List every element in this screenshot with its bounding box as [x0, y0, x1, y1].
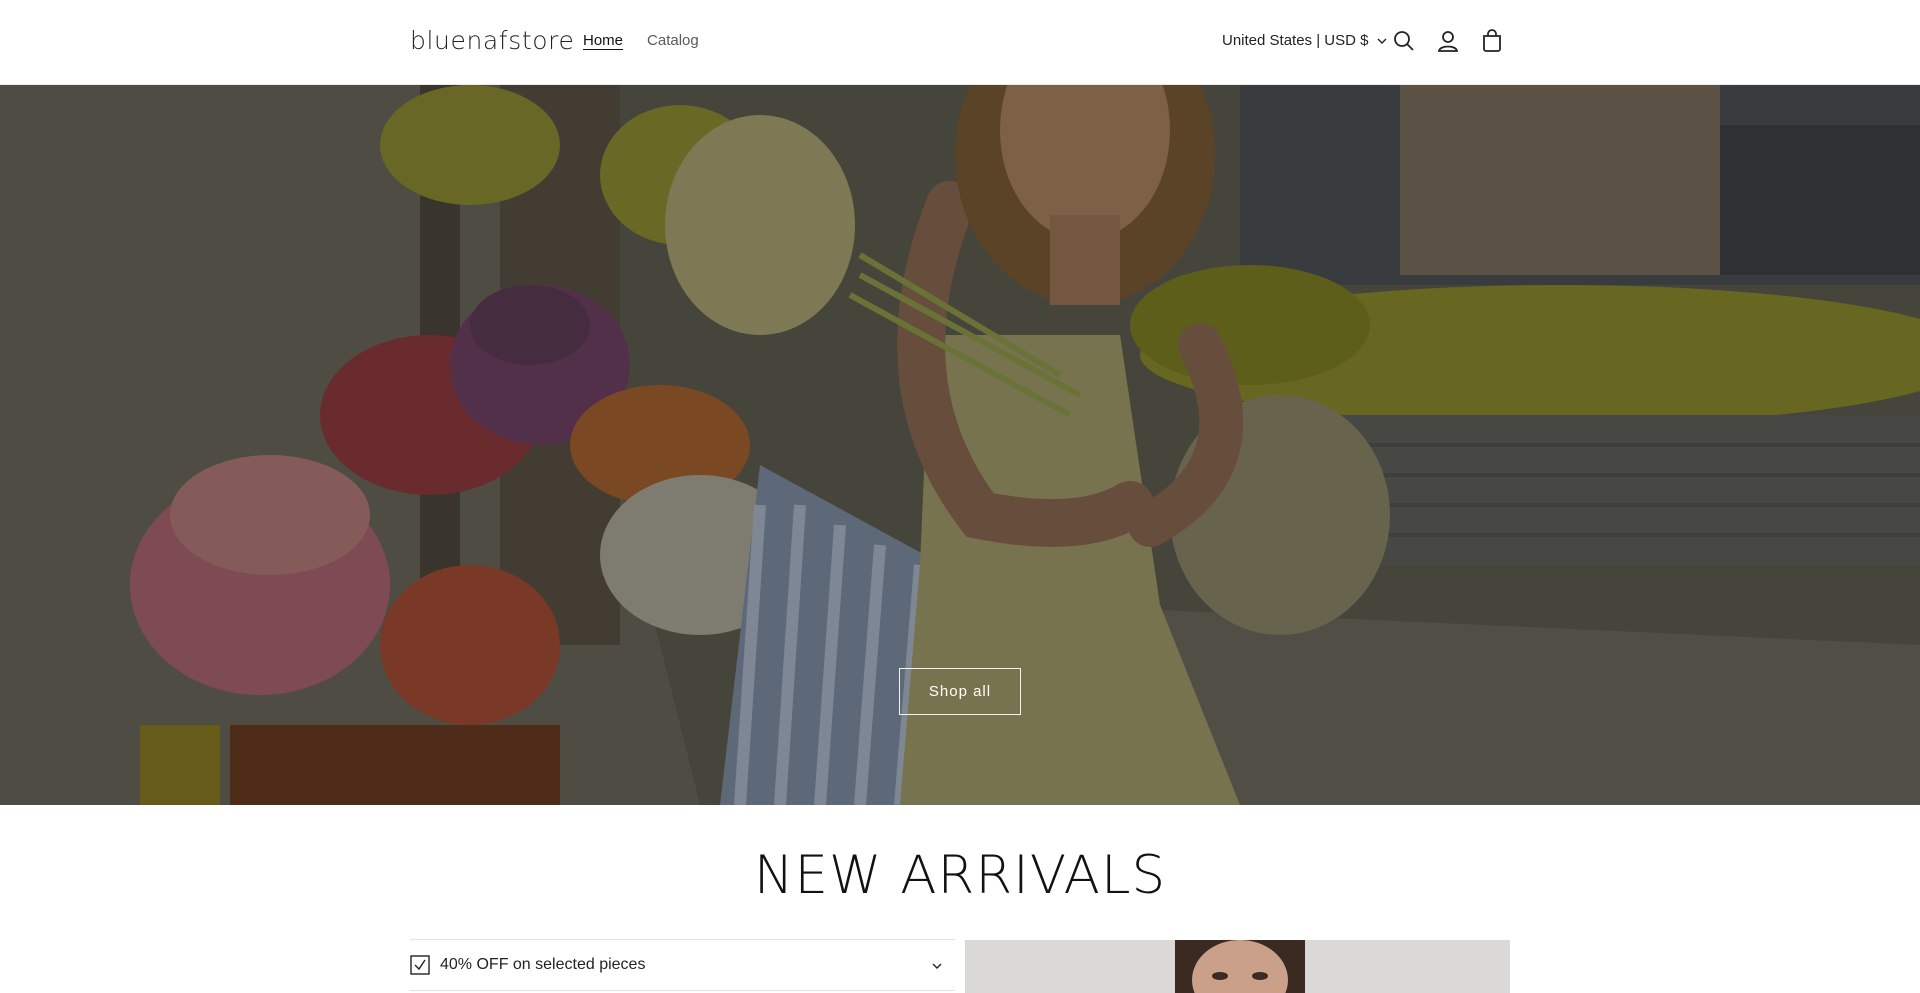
country-currency-selector[interactable]: United States | USD $ — [1222, 32, 1388, 49]
nav-home-link[interactable]: Home — [583, 32, 623, 49]
model-portrait-image — [965, 940, 1510, 993]
site-header: bluenafstore Home Catalog United States … — [0, 0, 1920, 85]
shop-all-button[interactable]: Shop all — [899, 668, 1021, 715]
discount-accordion[interactable]: 40% OFF on selected pieces — [410, 939, 955, 991]
new-arrival-product-image[interactable] — [965, 940, 1510, 993]
hero-banner: Shop all — [0, 85, 1920, 805]
chevron-down-icon — [1377, 38, 1387, 44]
nav-catalog-link[interactable]: Catalog — [647, 32, 699, 49]
account-icon[interactable] — [1435, 28, 1461, 54]
cart-icon[interactable] — [1479, 28, 1505, 54]
store-logo[interactable]: bluenafstore — [410, 26, 574, 55]
search-icon[interactable] — [1391, 28, 1417, 54]
checkbox-icon — [410, 955, 430, 975]
new-arrivals-heading: NEW ARRIVALS — [753, 845, 1167, 906]
chevron-down-icon — [932, 963, 942, 969]
accordion-label: 40% OFF on selected pieces — [440, 956, 646, 973]
country-currency-label: United States | USD $ — [1222, 32, 1369, 49]
main-nav: Home Catalog — [583, 32, 699, 49]
